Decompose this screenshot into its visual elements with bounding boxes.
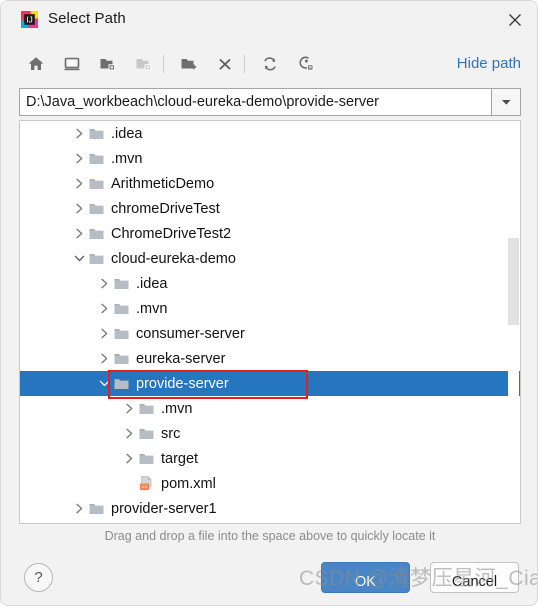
folder-icon xyxy=(88,196,105,221)
folder-icon xyxy=(113,271,130,296)
folder-icon xyxy=(113,321,130,346)
delete-icon[interactable] xyxy=(212,51,238,77)
ok-button[interactable]: OK xyxy=(321,562,410,593)
tree-row-label: src xyxy=(161,425,181,442)
tree-row[interactable]: cloud-eureka-demo xyxy=(20,246,520,271)
tree-row-label: consumer-server xyxy=(136,325,245,342)
toolbar-separator xyxy=(244,55,245,73)
directory-tree[interactable]: .idea .mvn ArithmeticDemo chromeDriveTes… xyxy=(19,120,521,524)
folder-icon xyxy=(88,146,105,171)
folder-icon xyxy=(138,421,155,446)
folder-icon xyxy=(113,296,130,321)
tree-row[interactable]: .mvn xyxy=(20,146,520,171)
project-folder-icon[interactable] xyxy=(95,51,121,77)
tree-row[interactable]: ChromeDriveTest2 xyxy=(20,221,520,246)
title-bar: IJ Select Path xyxy=(1,1,537,39)
chevron-right-icon[interactable] xyxy=(95,271,113,296)
tree-row-label: .mvn xyxy=(136,300,168,317)
hide-path-link[interactable]: Hide path xyxy=(457,55,521,72)
help-button[interactable]: ? xyxy=(24,563,53,592)
tree-row-label: eureka-server xyxy=(136,350,226,367)
path-field-row xyxy=(19,88,521,116)
tree-row[interactable]: chromeDriveTest xyxy=(20,196,520,221)
chevron-right-icon[interactable] xyxy=(70,146,88,171)
chevron-right-icon[interactable] xyxy=(70,196,88,221)
home-icon[interactable] xyxy=(23,51,49,77)
folder-icon xyxy=(113,371,130,396)
new-folder-icon[interactable] xyxy=(176,51,202,77)
chevron-right-icon[interactable] xyxy=(95,296,113,321)
tree-row[interactable]: <> pom.xml xyxy=(20,471,520,496)
page-title: Select Path xyxy=(48,10,126,27)
chevron-right-icon[interactable] xyxy=(95,321,113,346)
intellij-idea-icon: IJ xyxy=(21,11,38,28)
tree-scrollbar-thumb[interactable] xyxy=(508,238,519,325)
tree-row-label: pom.xml xyxy=(161,475,216,492)
select-path-dialog: IJ Select Path Hide path D:\Java_workbea… xyxy=(0,0,538,606)
tree-row[interactable]: .idea xyxy=(20,121,520,146)
folder-icon xyxy=(88,246,105,271)
tree-row-label: provide-server xyxy=(136,375,229,392)
tree-rows-container: .idea .mvn ArithmeticDemo chromeDriveTes… xyxy=(20,121,520,521)
folder-icon xyxy=(138,446,155,471)
tree-row-label: ArithmeticDemo xyxy=(111,175,215,192)
folder-icon xyxy=(113,346,130,371)
tree-row[interactable]: consumer-server xyxy=(20,321,520,346)
tree-scrollbar[interactable] xyxy=(508,122,519,523)
path-input[interactable] xyxy=(19,88,491,116)
desktop-icon[interactable] xyxy=(59,51,85,77)
tree-row-label: .mvn xyxy=(161,400,193,417)
chevron-right-icon[interactable] xyxy=(120,446,138,471)
folder-icon xyxy=(88,496,105,521)
chevron-right-icon[interactable] xyxy=(95,346,113,371)
tree-row[interactable]: provide-server xyxy=(20,371,520,396)
svg-text:IJ: IJ xyxy=(26,15,33,25)
show-hidden-icon[interactable] xyxy=(293,51,319,77)
close-icon[interactable] xyxy=(503,9,527,31)
chevron-right-icon[interactable] xyxy=(70,171,88,196)
tree-row[interactable]: .idea xyxy=(20,271,520,296)
tree-row[interactable]: src xyxy=(20,421,520,446)
folder-icon xyxy=(88,171,105,196)
tree-row-label: cloud-eureka-demo xyxy=(111,250,236,267)
svg-text:<>: <> xyxy=(141,485,148,491)
chevron-down-icon[interactable] xyxy=(70,246,88,271)
chevron-down-icon[interactable] xyxy=(491,88,521,116)
drag-drop-hint: Drag and drop a file into the space abov… xyxy=(104,529,436,543)
tree-row-label: target xyxy=(161,450,199,467)
chevron-down-icon[interactable] xyxy=(95,371,113,396)
folder-icon xyxy=(138,396,155,421)
twisty-placeholder xyxy=(120,471,138,496)
tree-row[interactable]: provider-server1 xyxy=(20,496,520,521)
chevron-right-icon[interactable] xyxy=(120,421,138,446)
tree-row[interactable]: ArithmeticDemo xyxy=(20,171,520,196)
tree-row[interactable]: .mvn xyxy=(20,296,520,321)
toolbar: Hide path xyxy=(1,43,537,83)
toolbar-separator xyxy=(163,55,164,73)
tree-row-label: provider-server1 xyxy=(111,500,217,517)
tree-row[interactable]: eureka-server xyxy=(20,346,520,371)
folder-icon xyxy=(88,221,105,246)
chevron-right-icon[interactable] xyxy=(70,121,88,146)
folder-icon xyxy=(88,121,105,146)
tree-row-label: .idea xyxy=(111,125,143,142)
tree-row-label: ChromeDriveTest2 xyxy=(111,225,232,242)
tree-row[interactable]: target xyxy=(20,446,520,471)
xml-file-icon: <> xyxy=(138,471,155,496)
refresh-icon[interactable] xyxy=(257,51,283,77)
chevron-right-icon[interactable] xyxy=(70,221,88,246)
chevron-right-icon[interactable] xyxy=(120,396,138,421)
chevron-right-icon[interactable] xyxy=(70,496,88,521)
tree-row[interactable]: .mvn xyxy=(20,396,520,421)
tree-row-label: .idea xyxy=(136,275,168,292)
cancel-button[interactable]: Cancel xyxy=(430,562,519,593)
tree-row-label: .mvn xyxy=(111,150,143,167)
module-folder-icon xyxy=(131,51,157,77)
tree-row-label: chromeDriveTest xyxy=(111,200,220,217)
